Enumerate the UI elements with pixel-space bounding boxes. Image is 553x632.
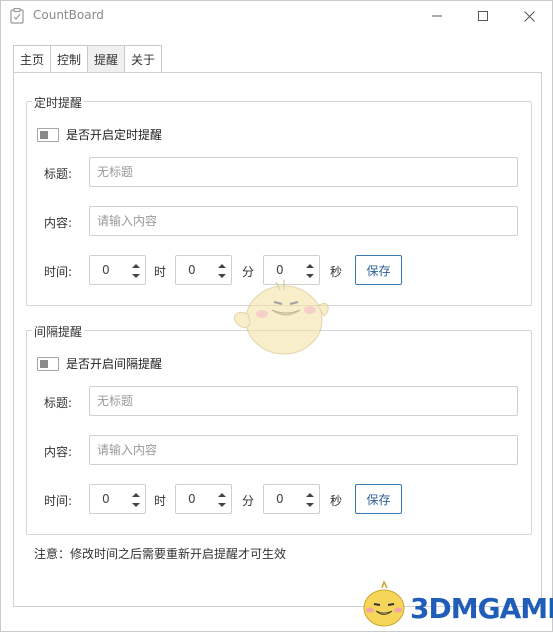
timed-hour-value: 0 (102, 263, 110, 277)
interval-minute-spinner[interactable]: 0 (175, 484, 232, 514)
interval-content-label: 内容: (44, 445, 73, 459)
interval-hour-unit: 时 (154, 494, 167, 508)
mascot-watermark-icon (233, 280, 329, 355)
close-icon (523, 10, 535, 22)
timed-minute-value: 0 (188, 263, 196, 277)
notice-text: 注意：修改时间之后需要重新开启提醒才可生效 (34, 547, 287, 561)
interval-save-button[interactable]: 保存 (355, 484, 402, 514)
timed-title-input[interactable] (89, 157, 518, 187)
interval-second-spinner[interactable]: 0 (263, 484, 320, 514)
interval-reminder-checkbox[interactable] (37, 356, 59, 371)
timed-title-label: 标题: (44, 167, 73, 181)
interval-minute-unit: 分 (242, 494, 255, 508)
interval-hour-value: 0 (102, 492, 110, 506)
spinner-arrows-icon[interactable] (305, 490, 315, 510)
timed-reminder-legend: 定时提醒 (32, 94, 85, 111)
clipboard-icon (10, 8, 24, 24)
timed-content-input[interactable] (89, 206, 518, 236)
interval-second-unit: 秒 (330, 494, 343, 508)
timed-save-button[interactable]: 保存 (355, 255, 402, 285)
window-title: CountBoard (33, 8, 104, 22)
close-button[interactable] (506, 1, 552, 31)
timed-hour-unit: 时 (154, 265, 167, 279)
interval-minute-value: 0 (188, 492, 196, 506)
interval-reminder-group: 间隔提醒 是否开启间隔提醒 标题: 内容: 时间: 0 时 0 分 0 (26, 323, 532, 535)
interval-reminder-legend: 间隔提醒 (32, 323, 85, 340)
spinner-arrows-icon[interactable] (131, 490, 141, 510)
timed-content-label: 内容: (44, 216, 73, 230)
interval-hour-spinner[interactable]: 0 (89, 484, 146, 514)
tab-about[interactable]: 关于 (124, 45, 163, 73)
timed-time-label: 时间: (44, 265, 73, 279)
minimize-button[interactable] (414, 1, 460, 31)
tab-control[interactable]: 控制 (50, 45, 88, 73)
interval-reminder-toggle-label: 是否开启间隔提醒 (66, 357, 163, 371)
maximize-icon (478, 11, 488, 21)
interval-title-input[interactable] (89, 386, 518, 416)
3dmgame-mascot-icon (363, 580, 405, 627)
tab-bar: 主页 控制 提醒 关于 (13, 45, 163, 73)
tab-reminder[interactable]: 提醒 (87, 45, 125, 73)
interval-title-label: 标题: (44, 396, 73, 410)
interval-second-value: 0 (276, 492, 284, 506)
timed-hour-spinner[interactable]: 0 (89, 255, 146, 285)
minimize-icon (432, 15, 442, 17)
interval-content-input[interactable] (89, 435, 518, 465)
maximize-button[interactable] (460, 1, 506, 31)
tab-home[interactable]: 主页 (13, 45, 51, 73)
title-bar[interactable]: CountBoard (1, 1, 552, 31)
interval-time-label: 时间: (44, 494, 73, 508)
timed-reminder-toggle[interactable]: 是否开启定时提醒 (37, 126, 162, 143)
3dmgame-watermark: 3DMGAME (410, 592, 553, 625)
timed-reminder-checkbox[interactable] (37, 127, 59, 142)
spinner-arrows-icon[interactable] (131, 261, 141, 281)
timed-reminder-toggle-label: 是否开启定时提醒 (66, 128, 163, 142)
spinner-arrows-icon[interactable] (217, 490, 227, 510)
interval-reminder-toggle[interactable]: 是否开启间隔提醒 (37, 355, 162, 372)
